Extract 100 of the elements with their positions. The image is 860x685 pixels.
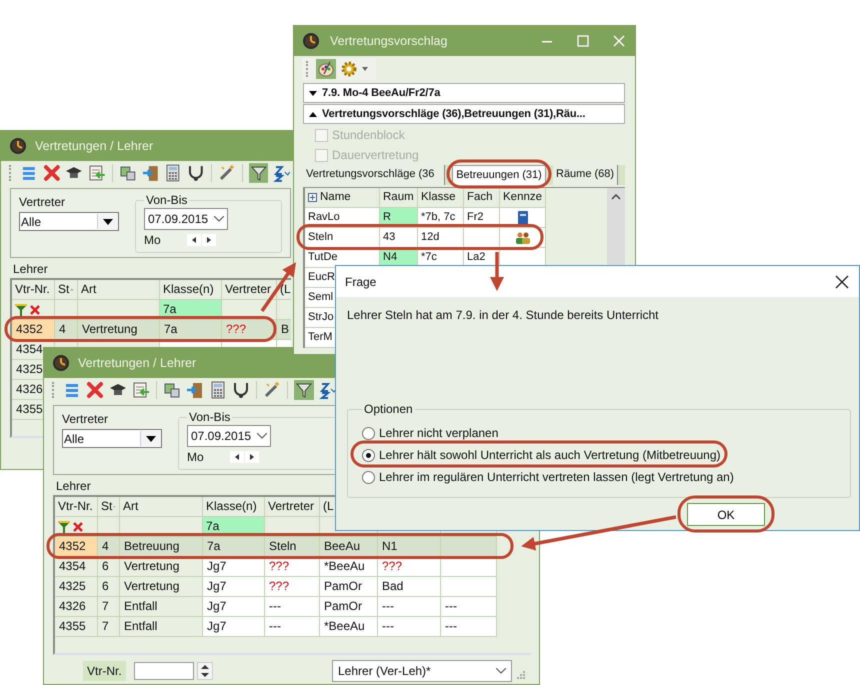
filter-icon[interactable]: [294, 380, 314, 400]
tab[interactable]: Vertretungsvorschläge (36: [303, 165, 445, 185]
previous-day-button[interactable]: [186, 234, 201, 246]
table-cell: 43: [380, 228, 418, 248]
caret-icon: [103, 218, 113, 224]
triangle-right-icon: [206, 237, 211, 243]
ok-button[interactable]: OK: [687, 503, 765, 526]
table-cell: ???: [378, 557, 441, 577]
list-label: Lehrer: [55, 478, 91, 495]
calculator-icon[interactable]: [164, 164, 182, 182]
table-cell: 4: [55, 320, 78, 340]
radio-option[interactable]: Lehrer nicht verplanen: [362, 422, 840, 444]
table-cell: ???: [265, 577, 320, 597]
window-title: Vertretungen / Lehrer: [35, 139, 154, 153]
calculator-icon[interactable]: [209, 381, 227, 399]
weekday-label: Mo: [187, 450, 204, 464]
column-header[interactable]: St: [55, 280, 78, 300]
exchange-icon[interactable]: [118, 164, 137, 182]
table-cell: 7a: [160, 320, 222, 340]
gear-icon[interactable]: [340, 60, 358, 78]
field-label: Vtr-Nr.: [83, 660, 126, 680]
table-cell: 4326: [55, 597, 98, 617]
chevron-down-icon: [214, 216, 224, 222]
delete-icon[interactable]: [42, 164, 60, 182]
table-cell: PamOr: [320, 577, 378, 597]
door-icon[interactable]: [142, 164, 160, 182]
caret-icon[interactable]: [362, 67, 368, 71]
table-cell: Vertretung: [78, 320, 160, 340]
spin-buttons[interactable]: [196, 662, 213, 680]
table-cell: ---: [378, 597, 441, 617]
expand-icon[interactable]: [308, 193, 317, 202]
column-header[interactable]: Vertreter: [222, 280, 277, 300]
section-header[interactable]: 7.9. Mo-4 BeeAu/Fr2/7a: [303, 83, 625, 103]
date-field[interactable]: 07.09.2015: [187, 425, 271, 447]
funnel-icon[interactable]: [15, 304, 27, 316]
exchange-icon[interactable]: [163, 381, 181, 399]
table-cell: 12d: [418, 228, 464, 248]
funnel-icon[interactable]: [58, 520, 70, 532]
table-cell: Vertretung: [120, 557, 203, 577]
dialog-title: Frage: [345, 274, 376, 288]
column-header[interactable]: St: [98, 497, 120, 517]
table-cell: 6: [98, 557, 120, 577]
column-header[interactable]: Vtr-Nr.: [55, 497, 98, 517]
filter-icon[interactable]: [248, 163, 268, 183]
table-cell: 4325: [55, 577, 98, 597]
radio-option[interactable]: Lehrer hält sowohl Unterricht als auch Vertretung (Mitbetreuung): [362, 444, 840, 466]
field-label: Vertreter: [62, 412, 110, 426]
section-header[interactable]: Vertretungsvorschläge (36),Betreuungen (31),Räu...: [303, 104, 625, 124]
table-cell: Jg7: [203, 577, 265, 597]
window-title: Vertretungsvorschlag: [330, 34, 448, 48]
calendar-icon[interactable]: [132, 381, 150, 399]
column-label: Name: [320, 190, 351, 205]
tab[interactable]: Betreuungen (31): [452, 165, 546, 185]
column-header[interactable]: Vtr-Nr.: [12, 280, 55, 300]
wand-icon[interactable]: [218, 164, 236, 182]
maximize-icon[interactable]: [577, 35, 589, 47]
table-cell: Steln: [265, 537, 320, 557]
table-cell: 4: [98, 537, 120, 557]
annotation-arrow: [490, 252, 504, 291]
column-header[interactable]: Art: [78, 280, 160, 300]
chevron-up-icon[interactable]: [611, 194, 621, 200]
table-cell: ---: [441, 597, 497, 617]
table-cell: ---: [265, 597, 320, 617]
radio-option[interactable]: Lehrer im regulären Unterricht vertreten lassen (legt Vertretung an): [362, 466, 840, 488]
column-header[interactable]: Vertreter: [265, 497, 320, 517]
sort-icon[interactable]: [273, 164, 291, 182]
date-field[interactable]: 07.09.2015: [144, 208, 228, 230]
caret-icon: [146, 436, 156, 442]
next-day-button[interactable]: [202, 234, 216, 246]
stethoscope-icon[interactable]: [232, 381, 250, 399]
group-label: Von-Bis: [188, 410, 232, 424]
calendar-icon[interactable]: [88, 164, 106, 182]
table-cell: PamOr: [320, 597, 378, 617]
clear-filter-icon[interactable]: [30, 304, 40, 314]
number-field[interactable]: [134, 662, 194, 680]
people-icon: [515, 232, 531, 244]
table-cell: 6: [98, 577, 120, 597]
teacher-dropdown[interactable]: Alle: [19, 212, 119, 231]
stethoscope-icon[interactable]: [187, 164, 205, 182]
close-icon[interactable]: [835, 274, 849, 288]
table-cell: Jg7: [203, 617, 265, 637]
chevron-down-icon: [496, 668, 506, 674]
window-title: Vertretungen / Lehrer: [78, 356, 196, 370]
up-down-arrows-icon: [200, 664, 209, 678]
next-day-button[interactable]: [244, 451, 259, 463]
resize-grip-icon[interactable]: [515, 669, 525, 679]
clear-filter-icon[interactable]: [73, 522, 83, 532]
previous-day-button[interactable]: [230, 451, 244, 463]
list-icon[interactable]: [63, 381, 81, 399]
clock-icon: [9, 137, 27, 155]
table-cell: Steln: [305, 228, 380, 248]
wand-icon[interactable]: [263, 381, 281, 399]
teacher-dropdown[interactable]: Alle: [62, 429, 162, 448]
tab[interactable]: Räume (68): [553, 165, 618, 185]
view-dropdown[interactable]: Lehrer (Ver-Leh)*: [332, 660, 512, 682]
sort-icon[interactable]: [319, 381, 337, 399]
palette-icon[interactable]: [316, 59, 336, 79]
delete-icon[interactable]: [86, 381, 104, 399]
column-header[interactable]: Art: [120, 497, 203, 517]
door-icon[interactable]: [186, 381, 204, 399]
